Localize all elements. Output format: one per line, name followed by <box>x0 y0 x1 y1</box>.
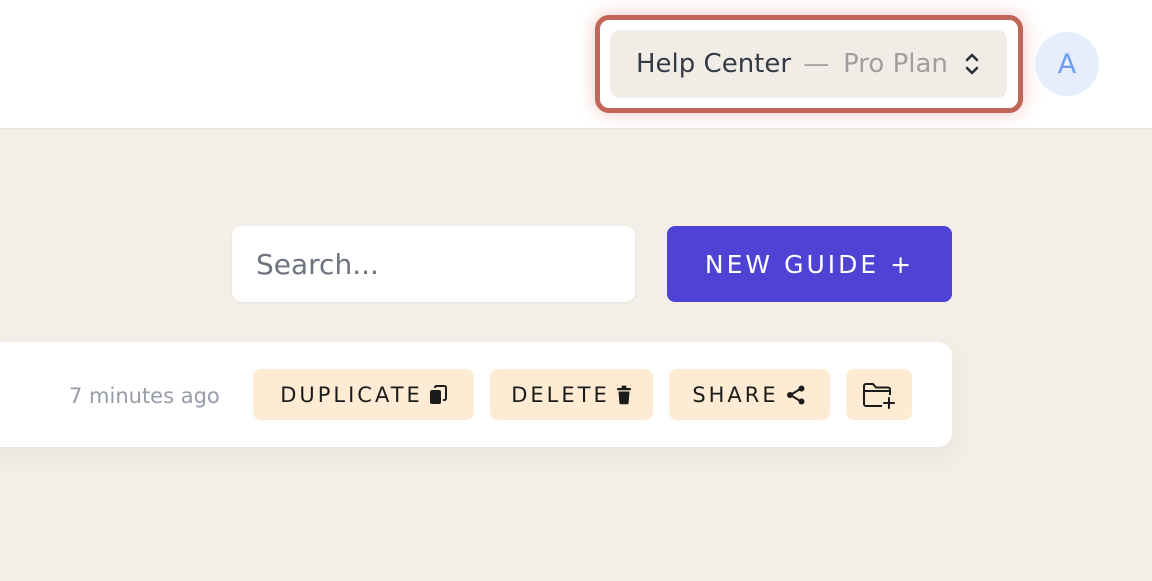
workspace-switcher[interactable]: Help Center — Pro Plan <box>610 30 1007 98</box>
copy-icon <box>429 384 447 405</box>
share-icon <box>785 384 807 406</box>
avatar-initial: A <box>1057 48 1077 80</box>
avatar[interactable]: A <box>1035 32 1099 96</box>
workspace-name: Help Center <box>636 49 792 79</box>
chevron-up-down-icon <box>963 51 981 77</box>
delete-label: DELETE <box>511 382 610 407</box>
duplicate-label: DUPLICATE <box>280 382 423 407</box>
workspace-plan: Pro Plan <box>843 49 948 79</box>
new-guide-button[interactable]: NEW GUIDE + <box>667 226 952 302</box>
workspace-separator: — <box>803 49 830 79</box>
folder-plus-icon <box>862 381 896 409</box>
delete-button[interactable]: DELETE <box>490 369 653 420</box>
share-button[interactable]: SHARE <box>669 369 830 420</box>
move-to-folder-button[interactable] <box>846 369 912 420</box>
search-input[interactable] <box>232 226 635 302</box>
share-label: SHARE <box>692 382 779 407</box>
guide-timestamp: 7 minutes ago <box>69 384 220 408</box>
trash-icon <box>616 385 632 405</box>
duplicate-button[interactable]: DUPLICATE <box>253 369 474 420</box>
